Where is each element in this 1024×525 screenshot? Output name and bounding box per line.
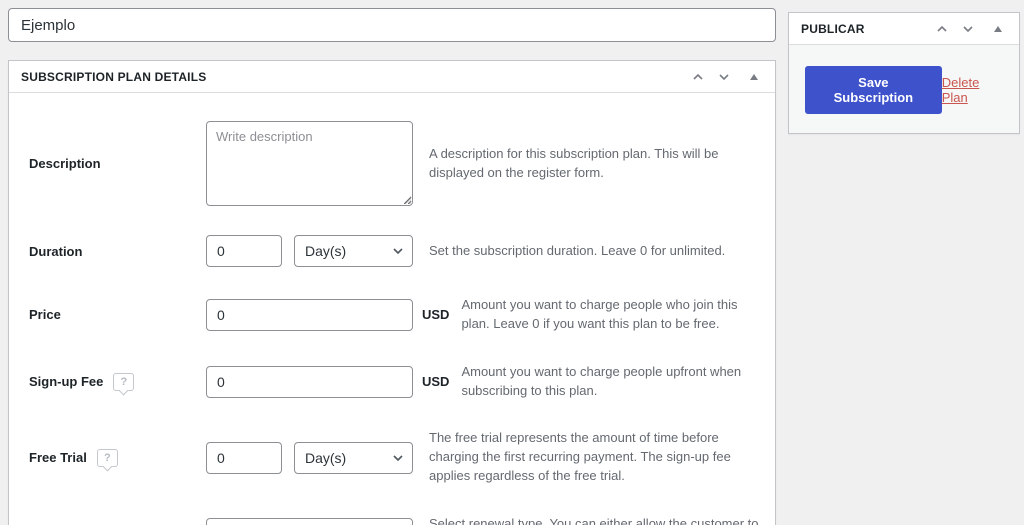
free-trial-label: Free Trial [29,450,87,466]
help-tooltip-icon[interactable]: ? [96,448,118,467]
duration-input[interactable] [206,235,282,267]
free-trial-unit-select[interactable]: Day(s) [294,441,413,474]
renewal-help: Select renewal type. You can either allo… [429,515,759,525]
chevron-down-icon[interactable] [959,20,977,38]
description-textarea[interactable] [206,121,413,206]
signup-fee-currency-label: USD [422,374,450,390]
details-box-controls [689,68,763,86]
publish-box: PUBLICAR Save Subscription Delete Plan [788,12,1020,134]
renewal-row: Renewal Settings default Select renewal … [21,515,765,525]
description-row: Description A description for this subsc… [21,121,765,206]
duration-row: Duration Day(s) Set the subscription dur… [21,235,765,267]
details-box-header: SUBSCRIPTION PLAN DETAILS [9,61,775,93]
help-tooltip-icon[interactable]: ? [113,372,135,391]
description-label: Description [29,156,101,171]
collapse-toggle-icon[interactable] [745,68,763,86]
subscription-plan-details-box: SUBSCRIPTION PLAN DETAILS Description Wr… [8,60,776,525]
save-subscription-button[interactable]: Save Subscription [805,66,942,114]
details-box-title: SUBSCRIPTION PLAN DETAILS [21,69,207,84]
duration-help: Set the subscription duration. Leave 0 f… [429,242,726,258]
collapse-toggle-icon[interactable] [989,20,1007,38]
triangle-up-icon [994,25,1002,32]
signup-fee-row: Sign-up Fee ? USD Amount you want to cha… [21,363,765,401]
renewal-select[interactable]: Settings default [206,517,413,525]
plan-title-input[interactable] [8,8,776,42]
duration-label: Duration [29,243,83,259]
signup-fee-label: Sign-up Fee [29,374,104,390]
signup-fee-input[interactable] [206,365,413,398]
publish-box-body: Save Subscription Delete Plan [789,45,1019,133]
free-trial-row: Free Trial ? Day(s) The free trial repre… [21,429,765,486]
chevron-down-icon[interactable] [715,68,733,86]
price-label: Price [29,307,61,323]
free-trial-help: The free trial represents the amount of … [429,430,731,484]
main-column: SUBSCRIPTION PLAN DETAILS Description [8,8,776,525]
price-currency-label: USD [422,307,450,323]
signup-fee-help: Amount you want to charge people upfront… [461,363,742,398]
triangle-up-icon [750,73,758,80]
publish-box-header: PUBLICAR [789,13,1019,45]
description-help: A description for this subscription plan… [429,145,719,180]
duration-unit-select[interactable]: Day(s) [294,235,413,267]
chevron-up-icon[interactable] [689,68,707,86]
delete-plan-link[interactable]: Delete Plan [942,75,1005,105]
details-form: Description A description for this subsc… [9,93,775,525]
price-row: Price USD Amount you want to charge peop… [21,296,765,334]
publish-box-title: PUBLICAR [801,21,865,36]
price-input[interactable] [206,298,413,331]
price-help: Amount you want to charge people who joi… [461,297,738,331]
chevron-up-icon[interactable] [933,20,951,38]
free-trial-input[interactable] [206,441,282,474]
publish-box-controls [933,20,1007,38]
sidebar-column: PUBLICAR Save Subscription Delete Plan [788,12,1020,134]
